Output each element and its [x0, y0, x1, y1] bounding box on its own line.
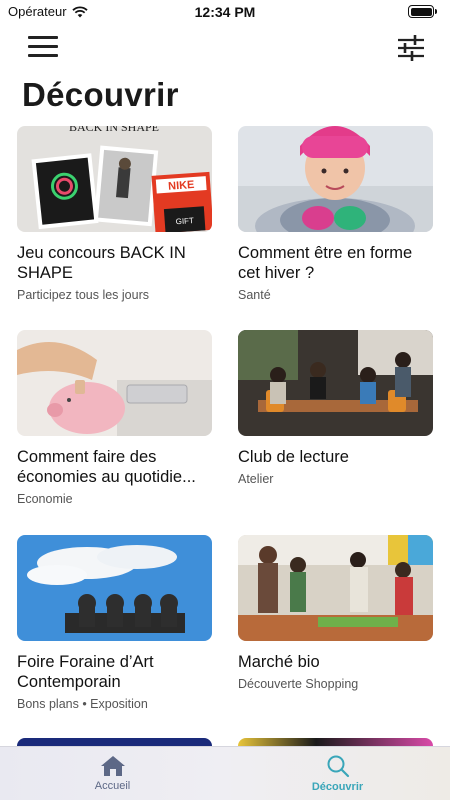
tab-label: Découvrir: [311, 781, 364, 793]
search-icon: [327, 755, 349, 778]
card-organic-market[interactable]: Marché bio Découverte Shopping: [238, 535, 433, 691]
tab-decouvrir[interactable]: Découvrir: [225, 747, 450, 800]
tab-label: Accueil: [94, 780, 131, 792]
card-title: Club de lecture: [238, 448, 349, 466]
card-title: Marché bio: [238, 653, 320, 671]
svg-text:NIKE: NIKE: [168, 179, 195, 193]
back-in-shape-photo: BACK IN SHAPE NIKE GIFT: [17, 126, 212, 232]
card-subtitle: Atelier: [238, 472, 274, 486]
card-winter-fitness[interactable]: Comment être en forme cet hiver ? Santé: [238, 126, 433, 302]
card-title: Jeu concours BACK IN SHAPE: [17, 244, 186, 282]
battery-icon: [408, 5, 437, 18]
card-art-fair[interactable]: Foire Foraine d’Art Contemporain Bons pl…: [17, 535, 212, 711]
svg-text:GIFT: GIFT: [175, 216, 194, 226]
status-time: 12:34 PM: [194, 4, 256, 20]
next-card-peek-left: [17, 738, 212, 746]
piggy-bank-photo: [17, 330, 212, 436]
menu-button[interactable]: [28, 36, 58, 60]
card-subtitle: Participez tous les jours: [17, 288, 150, 302]
status-bar: Opérateur 12:34 PM: [0, 0, 450, 24]
page-title: Découvrir: [22, 76, 179, 113]
tab-bar: Accueil Découvrir: [0, 746, 450, 800]
card-savings[interactable]: Comment faire des économies au quotidie.…: [17, 330, 212, 506]
home-icon: [100, 756, 125, 776]
statues-sky-photo: [17, 535, 212, 641]
reading-club-photo: [238, 330, 433, 436]
card-subtitle: Economie: [17, 492, 73, 506]
market-photo: [238, 535, 433, 641]
card-back-in-shape[interactable]: BACK IN SHAPE NIKE GIFT Jeu concours BAC…: [17, 126, 212, 302]
winter-woman-photo: [238, 126, 433, 232]
card-subtitle: Santé: [238, 288, 271, 302]
card-reading-club[interactable]: Club de lecture Atelier: [238, 330, 433, 486]
svg-text:BACK IN SHAPE: BACK IN SHAPE: [69, 126, 159, 134]
card-title: Foire Foraine d’Art Contemporain: [17, 653, 154, 691]
card-subtitle: Bons plans • Exposition: [17, 697, 148, 711]
card-subtitle: Découverte Shopping: [238, 677, 359, 691]
card-title: Comment faire des économies au quotidie.…: [17, 448, 196, 486]
filter-settings-icon[interactable]: [396, 34, 426, 62]
tab-accueil[interactable]: Accueil: [0, 747, 225, 800]
top-bar: [0, 28, 450, 68]
card-title: Comment être en forme cet hiver ?: [238, 244, 413, 282]
next-card-peek-right: [238, 738, 433, 746]
